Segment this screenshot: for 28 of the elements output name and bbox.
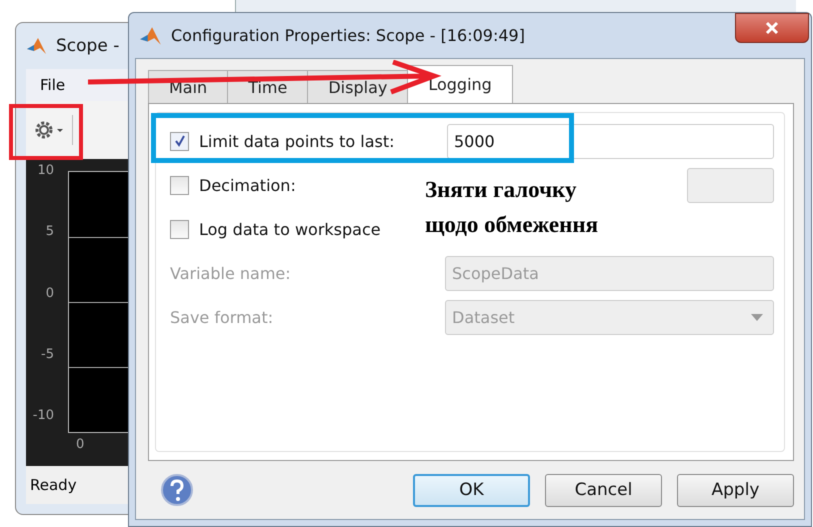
axis-tick-label: -5 bbox=[41, 346, 54, 362]
help-icon[interactable] bbox=[160, 473, 194, 507]
status-text: Ready bbox=[30, 476, 77, 494]
axis-tick-label: 5 bbox=[46, 224, 54, 240]
checkbox[interactable] bbox=[170, 132, 189, 150]
close-icon bbox=[764, 21, 780, 35]
axis-tick-label: 0 bbox=[76, 437, 84, 452]
window-title: Configuration Properties: Scope - [16:09:49] bbox=[171, 26, 525, 45]
field-label: Save format: bbox=[170, 308, 274, 326]
dialog-button[interactable]: Apply bbox=[677, 474, 794, 506]
field-label: Variable name: bbox=[170, 264, 292, 282]
dropdown-caret-icon bbox=[751, 314, 763, 320]
menu-item[interactable]: File bbox=[40, 76, 66, 94]
axis-tick-label: -10 bbox=[32, 408, 54, 423]
window-title: Scope - bbox=[56, 36, 120, 56]
check-icon bbox=[174, 135, 186, 147]
checkbox-label: Limit data points to last: bbox=[199, 132, 396, 150]
matlab-logo-icon bbox=[26, 36, 48, 56]
checkbox[interactable] bbox=[170, 220, 189, 238]
close-button[interactable] bbox=[735, 13, 809, 43]
dialog-button[interactable]: OK bbox=[413, 474, 530, 506]
dialog-button[interactable]: Cancel bbox=[545, 474, 662, 506]
input-field[interactable]: 5000 bbox=[447, 124, 774, 158]
axis-tick-label: 0 bbox=[46, 286, 54, 300]
matlab-logo-icon bbox=[139, 24, 163, 46]
tab[interactable]: Logging bbox=[407, 65, 513, 103]
settings-icon[interactable] bbox=[34, 119, 64, 141]
axis-tick-label: 10 bbox=[37, 163, 54, 178]
